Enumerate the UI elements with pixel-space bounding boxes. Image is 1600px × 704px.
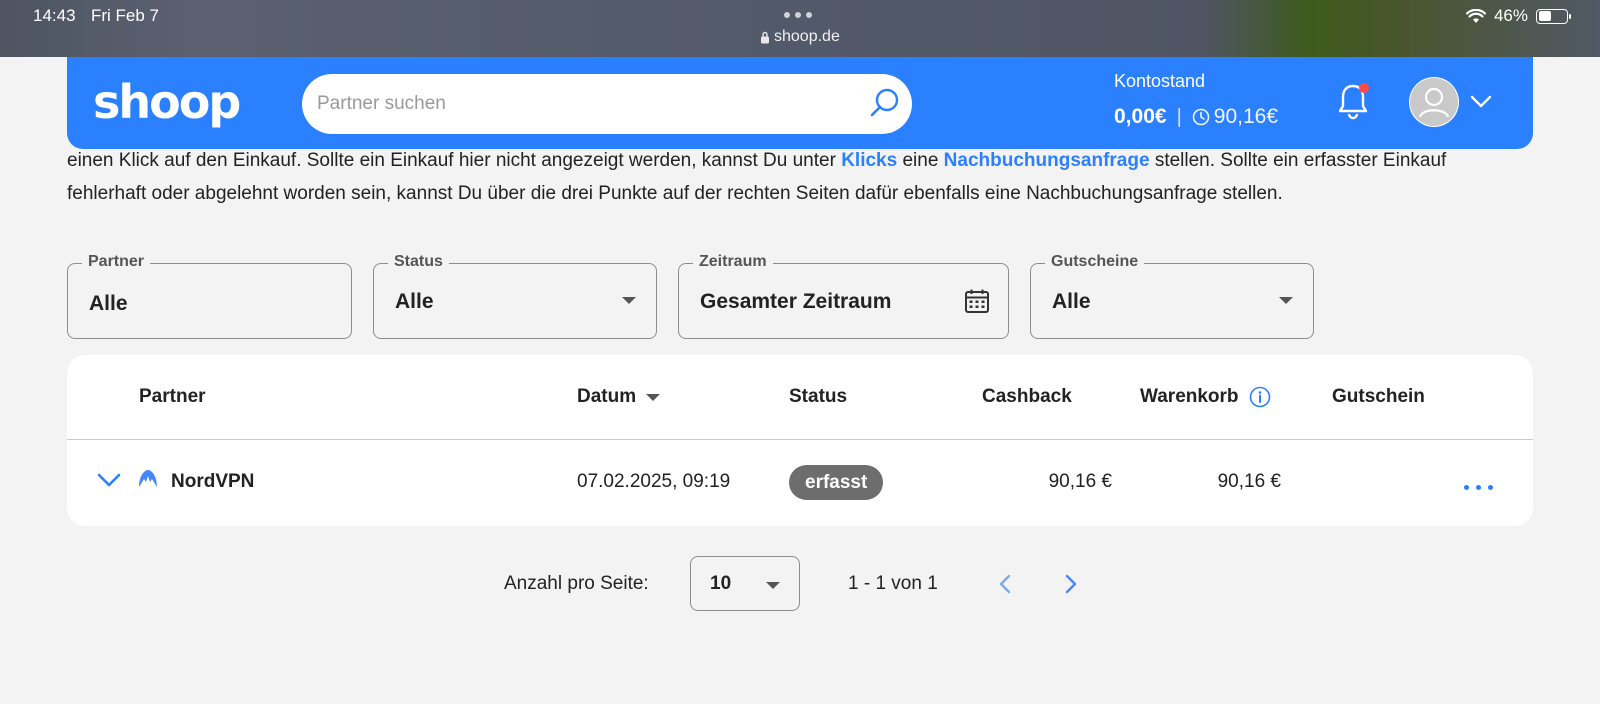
pending-amount: 90,16€ (1213, 105, 1278, 128)
partner-filter-value: Alle (89, 292, 128, 315)
warenkorb-header-label: Warenkorb (1140, 386, 1239, 407)
description-line-2: fehlerhaft oder abgelehnt worden sein, k… (67, 183, 1283, 204)
desc-text-c: stellen. Sollte ein erfasster Einkauf (1149, 150, 1447, 171)
address-bar[interactable]: shoop.de (760, 28, 840, 46)
column-header-cashback: Cashback (982, 386, 1072, 407)
pagination-range: 1 - 1 von 1 (848, 573, 938, 594)
shoop-logo[interactable]: shoop (93, 75, 241, 129)
status-dropdown-caret-icon (622, 297, 636, 304)
balance-amount: 0,00€ (1114, 105, 1167, 128)
lock-icon (761, 31, 769, 43)
status-badge: erfasst (789, 465, 884, 500)
column-header-status: Status (789, 386, 848, 407)
rows-per-page-label: Anzahl pro Seite: (504, 573, 649, 594)
balance-separator: | (1176, 105, 1182, 128)
status-filter[interactable]: Status Alle (373, 253, 657, 339)
search-icon[interactable] (868, 86, 902, 120)
row-partner-name[interactable]: NordVPN (171, 471, 254, 493)
calendar-icon[interactable] (964, 288, 990, 314)
battery-icon (1536, 8, 1571, 24)
nordvpn-logo-icon (139, 470, 157, 487)
search-input[interactable] (302, 93, 912, 115)
partner-filter[interactable]: Partner Alle (67, 253, 352, 339)
battery-percent: 46% (1493, 6, 1528, 25)
zeitraum-filter-value: Gesamter Zeitraum (700, 290, 892, 313)
notification-badge (1359, 83, 1369, 93)
desc-text-b: eine (897, 150, 944, 171)
rows-per-page-value: 10 (710, 573, 732, 594)
column-header-warenkorb: Warenkorb (1140, 386, 1271, 408)
next-page-icon[interactable] (1060, 573, 1080, 595)
description-line-1: einen Klick auf den Einkauf. Sollte ein … (67, 144, 1537, 177)
datum-header-label: Datum (577, 386, 637, 407)
gutscheine-filter-label: Gutscheine (1045, 253, 1145, 271)
zeitraum-filter[interactable]: Zeitraum Gesamter Zeitraum (678, 253, 1009, 339)
rows-per-page-caret-icon (766, 582, 780, 589)
sort-desc-icon[interactable] (646, 393, 661, 401)
row-datum: 07.02.2025, 09:19 (577, 471, 731, 492)
table-header: Partner Datum Status Cashback Warenkorb … (67, 355, 1533, 440)
purchases-description: einen Klick auf den Einkauf. Sollte ein … (67, 144, 1537, 210)
row-more-options-icon[interactable] (1464, 485, 1493, 490)
status-date: Fri Feb 7 (91, 6, 160, 25)
search-bar[interactable] (302, 74, 912, 134)
pending-balance: 90,16€ (1192, 105, 1278, 129)
gutscheine-filter[interactable]: Gutscheine Alle (1030, 253, 1314, 339)
wifi-icon (1465, 8, 1486, 23)
user-icon (1410, 78, 1458, 126)
status-filter-value: Alle (395, 290, 434, 313)
row-warenkorb: 90,16 € (1217, 471, 1281, 492)
column-header-partner: Partner (139, 386, 206, 407)
zeitraum-filter-label: Zeitraum (693, 253, 773, 271)
status-filter-label: Status (388, 253, 449, 271)
expand-row-chevron-icon[interactable] (96, 471, 122, 489)
gutscheine-dropdown-caret-icon (1279, 297, 1293, 304)
url-text: shoop.de (774, 28, 840, 45)
status-time: 14:43 (33, 6, 76, 25)
multitasking-dots-icon[interactable] (784, 12, 812, 18)
chevron-down-icon[interactable] (1469, 91, 1493, 111)
info-icon[interactable] (1249, 386, 1271, 408)
purchases-table: Partner Datum Status Cashback Warenkorb … (67, 355, 1533, 526)
previous-page-icon[interactable] (996, 573, 1016, 595)
rows-per-page-select[interactable]: 10 (690, 556, 800, 611)
partner-filter-label: Partner (82, 253, 151, 271)
desc-text-a: einen Klick auf den Einkauf. Sollte ein … (67, 150, 842, 171)
status-right: 46% (1465, 6, 1571, 26)
site-header: shoop Kontostand 0,00€ | 90,16€ (67, 57, 1533, 149)
klicks-link[interactable]: Klicks (841, 150, 897, 171)
nachbuchungsanfrage-link[interactable]: Nachbuchungsanfrage (944, 150, 1150, 171)
column-header-datum[interactable]: Datum (577, 386, 661, 408)
ios-status-bar: 14:43 Fri Feb 7 shoop.de 46% (0, 0, 1600, 57)
gutscheine-filter-value: Alle (1052, 290, 1091, 313)
account-balance-label: Kontostand (1114, 71, 1206, 91)
clock-icon (1192, 108, 1210, 126)
avatar[interactable] (1409, 77, 1459, 127)
account-balance[interactable]: 0,00€ | 90,16€ (1114, 105, 1278, 129)
row-cashback: 90,16 € (1048, 471, 1112, 492)
column-header-gutschein: Gutschein (1332, 386, 1425, 407)
